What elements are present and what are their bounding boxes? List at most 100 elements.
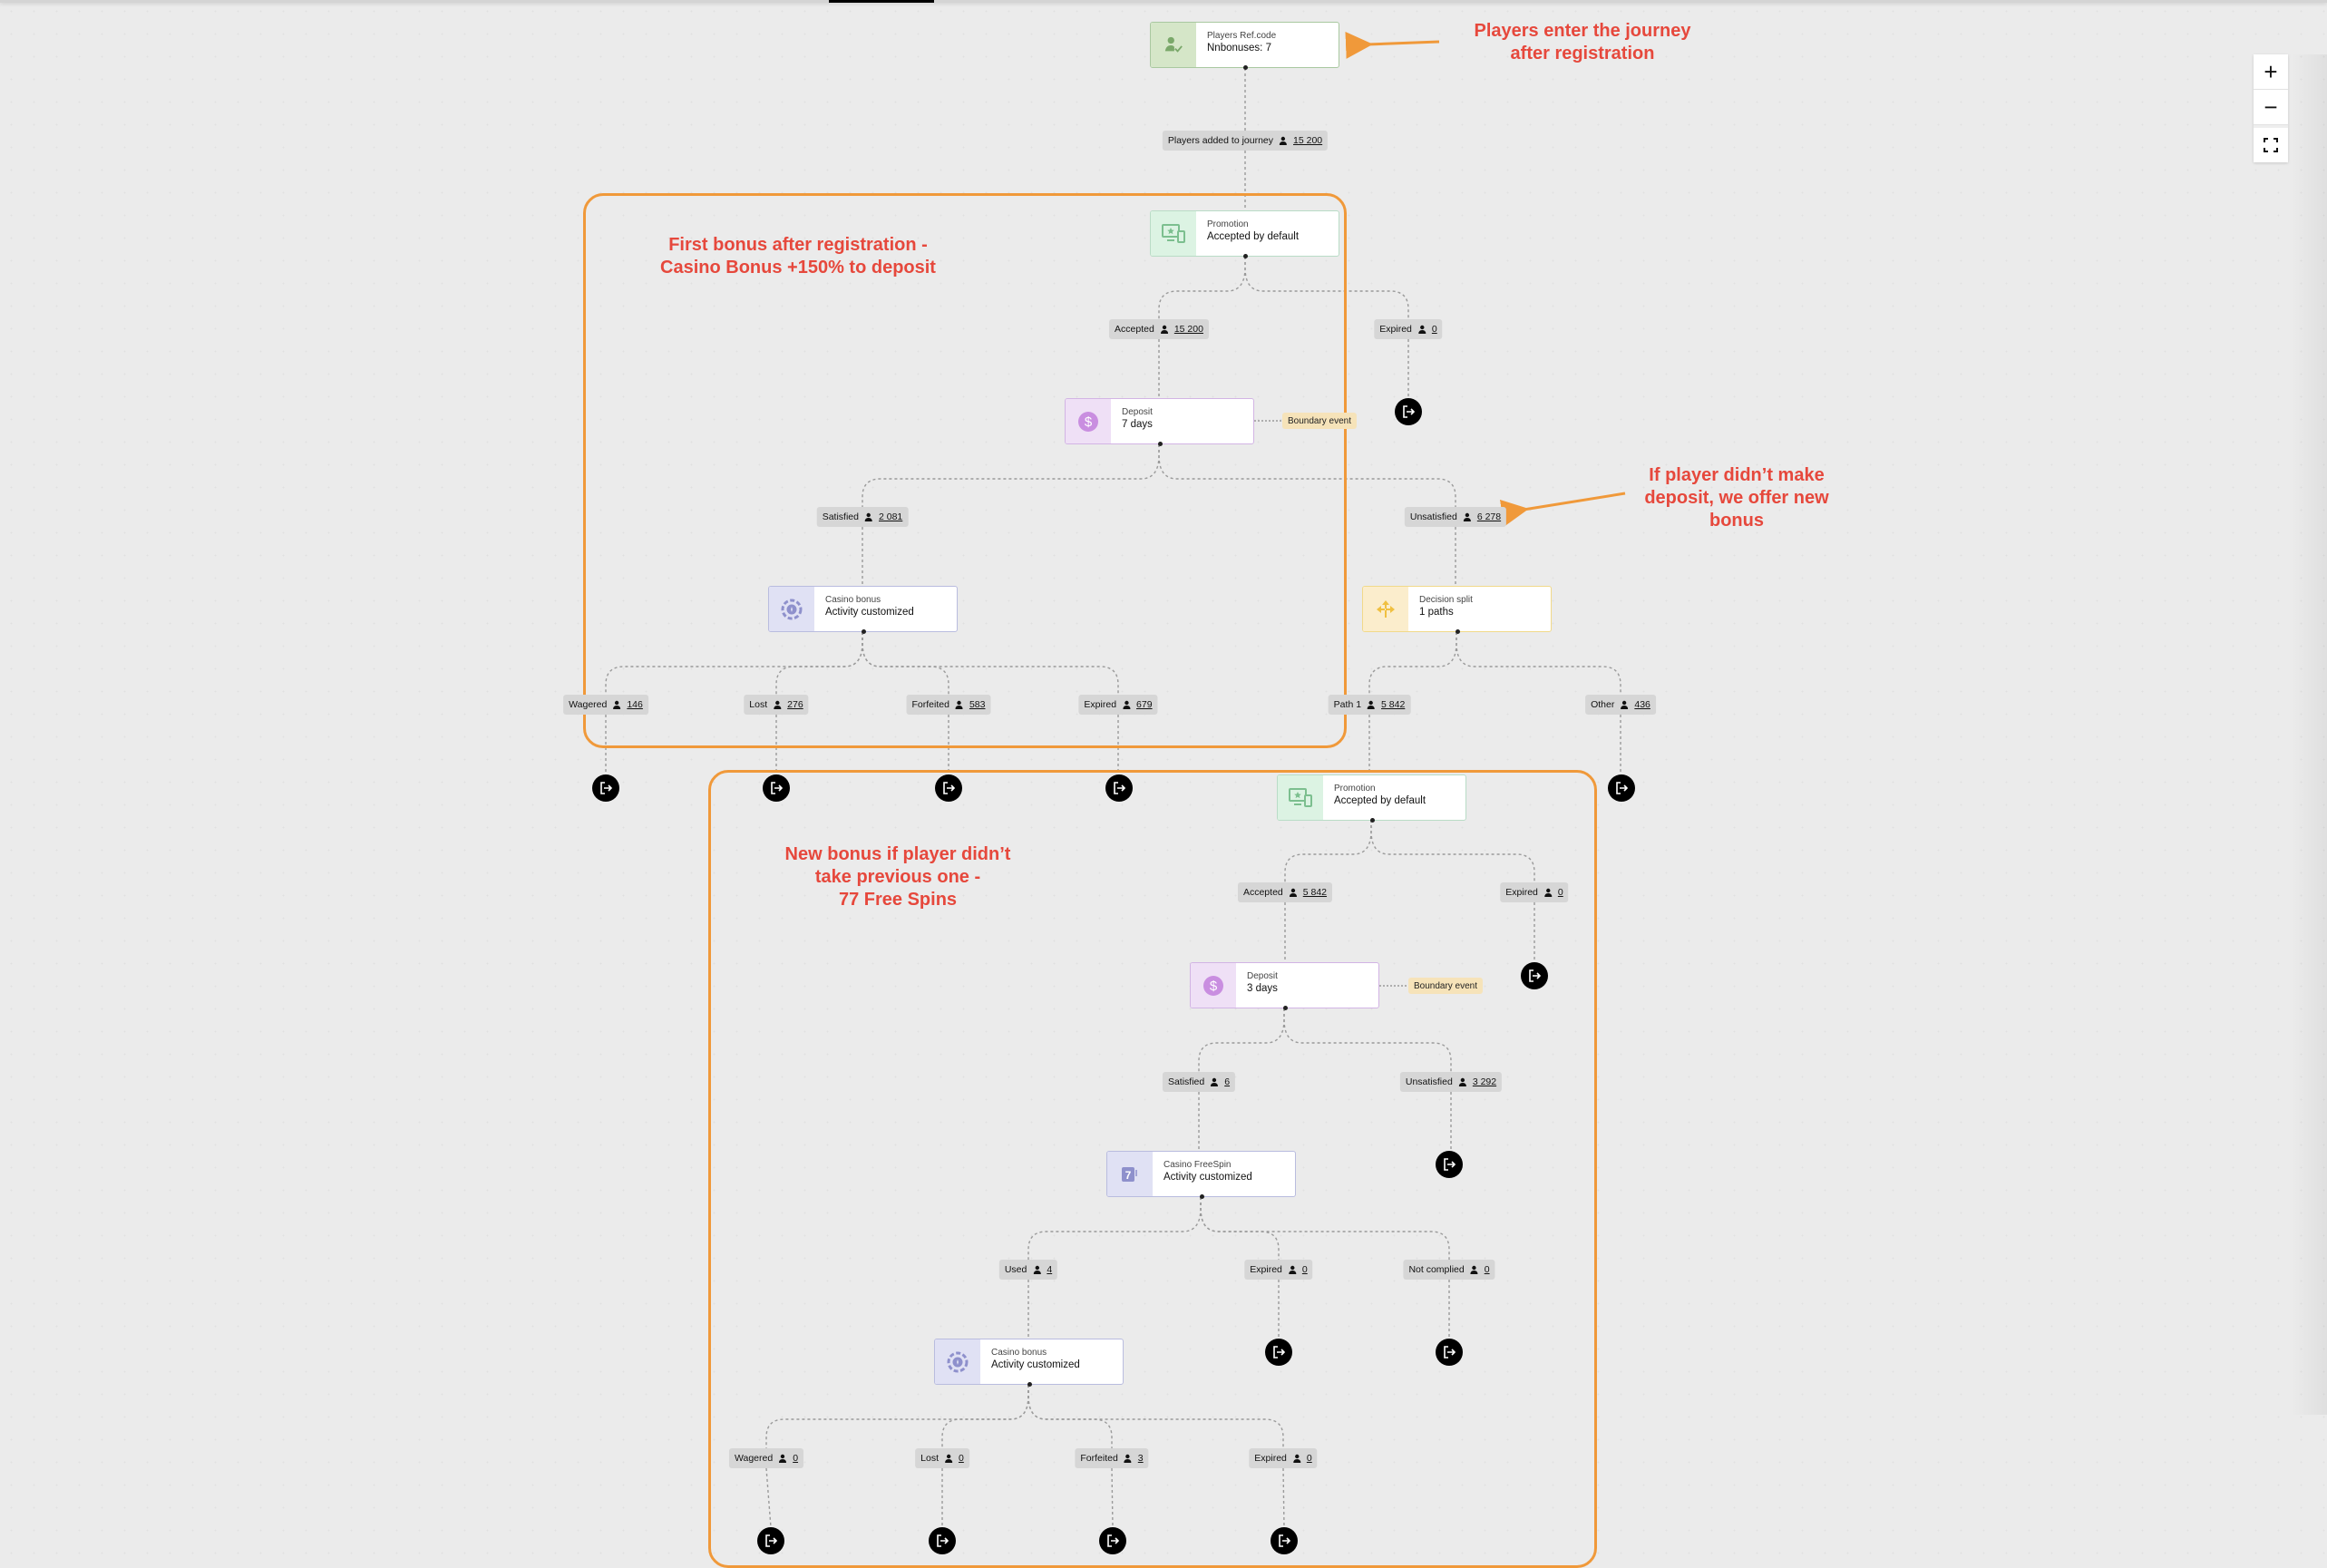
- outcome-name: Wagered: [734, 1453, 774, 1464]
- output-port[interactable]: [1283, 1006, 1288, 1010]
- outcome-label-f-expired[interactable]: Expired 0: [1244, 1260, 1313, 1280]
- casino-bonus-node-1[interactable]: Casino bonus Activity customized: [768, 586, 958, 634]
- player-count-link[interactable]: 0: [1307, 1453, 1312, 1464]
- player-count-link[interactable]: 276: [787, 699, 803, 710]
- player-count-link[interactable]: 6 278: [1477, 511, 1501, 522]
- player-count-link[interactable]: 0: [959, 1453, 964, 1464]
- output-port[interactable]: [1158, 442, 1163, 446]
- outcome-label-c2-expired[interactable]: Expired 0: [1249, 1448, 1318, 1468]
- output-port[interactable]: [1370, 818, 1375, 823]
- player-count-link[interactable]: 0: [1558, 887, 1563, 898]
- promotion-node-1[interactable]: Promotion Accepted by default: [1150, 210, 1339, 258]
- outcome-label-d2-satisfied[interactable]: Satisfied 6: [1162, 1072, 1236, 1092]
- exit-journey-node[interactable]: [1265, 1339, 1292, 1366]
- exit-journey-node[interactable]: [1436, 1151, 1463, 1178]
- node-title: Players Ref.code: [1207, 31, 1277, 41]
- outcome-label-s-other[interactable]: Other 436: [1585, 695, 1656, 715]
- exit-journey-node[interactable]: [1271, 1527, 1298, 1554]
- boundary-event-badge[interactable]: Boundary event: [1281, 413, 1358, 429]
- outcome-name: Expired: [1250, 1264, 1282, 1275]
- entry-node[interactable]: Players Ref.code Nnbonuses: 7: [1150, 22, 1339, 70]
- deposit-node-2[interactable]: $ Deposit 3 days: [1190, 962, 1379, 1010]
- outcome-label-added[interactable]: Players added to journey 15 200: [1162, 131, 1329, 151]
- output-port[interactable]: [1243, 65, 1248, 70]
- exit-journey-node[interactable]: [757, 1527, 784, 1554]
- player-count-link[interactable]: 5 842: [1303, 887, 1327, 898]
- outcome-label-f-used[interactable]: Used 4: [998, 1260, 1058, 1280]
- exit-journey-node[interactable]: [1608, 774, 1635, 802]
- outcome-label-d1-unsatisfied[interactable]: Unsatisfied 6 278: [1404, 507, 1507, 527]
- zoom-out-button[interactable]: −: [2254, 90, 2288, 125]
- exit-journey-node[interactable]: [1099, 1527, 1126, 1554]
- zoom-controls: + −: [2254, 54, 2288, 162]
- freespin-seven-icon: 7: [1107, 1152, 1153, 1196]
- exit-journey-node[interactable]: [1436, 1339, 1463, 1366]
- outcome-name: Satisfied: [1167, 1076, 1205, 1087]
- outcome-label-d2-unsatisfied[interactable]: Unsatisfied 3 292: [1399, 1072, 1503, 1092]
- outcome-label-p1-accepted[interactable]: Accepted 15 200: [1109, 319, 1209, 339]
- casino-bonus-node-2[interactable]: Casino bonus Activity customized: [934, 1339, 1124, 1387]
- player-count-link[interactable]: 6: [1224, 1076, 1230, 1087]
- person-icon: [1211, 1077, 1219, 1086]
- player-count-link[interactable]: 0: [1485, 1264, 1490, 1275]
- player-count-link[interactable]: 4: [1047, 1264, 1052, 1275]
- player-count-link[interactable]: 436: [1634, 699, 1650, 710]
- output-port[interactable]: [1027, 1382, 1032, 1387]
- exit-journey-node[interactable]: [592, 774, 619, 802]
- outcome-name: Accepted: [1242, 887, 1283, 898]
- player-count-link[interactable]: 0: [1302, 1264, 1308, 1275]
- outcome-name: Lost: [920, 1453, 940, 1464]
- outcome-name: Accepted: [1115, 324, 1154, 335]
- exit-journey-node[interactable]: [763, 774, 790, 802]
- exit-journey-node[interactable]: [1521, 962, 1548, 989]
- output-port[interactable]: [862, 629, 866, 634]
- output-port[interactable]: [1456, 629, 1460, 634]
- player-count-link[interactable]: 5 842: [1381, 699, 1405, 710]
- deposit-node-1[interactable]: $ Deposit 7 days: [1065, 398, 1254, 446]
- player-count-link[interactable]: 0: [1432, 324, 1437, 335]
- outcome-label-c2-wagered[interactable]: Wagered 0: [728, 1448, 804, 1468]
- outcome-label-c2-forfeited[interactable]: Forfeited 3: [1075, 1448, 1149, 1468]
- node-subtitle: Accepted by default: [1334, 795, 1426, 806]
- boundary-event-badge[interactable]: Boundary event: [1407, 978, 1484, 994]
- player-count-link[interactable]: 3 292: [1473, 1076, 1496, 1087]
- annotation-entry: Players enter the journey after registra…: [1474, 21, 1691, 63]
- dollar-icon: $: [1066, 399, 1111, 443]
- user-check-icon: [1151, 23, 1196, 67]
- promotion-devices-icon: [1278, 775, 1323, 820]
- outcome-label-c1-expired[interactable]: Expired 679: [1078, 695, 1158, 715]
- output-port[interactable]: [1200, 1194, 1204, 1199]
- player-count-link[interactable]: 2 081: [879, 511, 902, 522]
- outcome-label-p2-accepted[interactable]: Accepted 5 842: [1237, 882, 1333, 902]
- outcome-label-c1-wagered[interactable]: Wagered 146: [563, 695, 648, 715]
- outcome-name: Expired: [1084, 699, 1117, 710]
- player-count-link[interactable]: 15 200: [1174, 324, 1203, 335]
- player-count-link[interactable]: 3: [1138, 1453, 1144, 1464]
- player-count-link[interactable]: 583: [969, 699, 986, 710]
- outcome-label-c2-lost[interactable]: Lost 0: [915, 1448, 969, 1468]
- outcome-label-s-path1[interactable]: Path 1 5 842: [1328, 695, 1411, 715]
- decision-split-node[interactable]: Decision split 1 paths: [1362, 586, 1552, 634]
- outcome-label-c1-lost[interactable]: Lost 276: [744, 695, 809, 715]
- exit-journey-node[interactable]: [935, 774, 962, 802]
- outcome-label-d1-satisfied[interactable]: Satisfied 2 081: [816, 507, 909, 527]
- exit-icon: [1279, 1534, 1291, 1547]
- output-port[interactable]: [1243, 254, 1248, 258]
- outcome-label-p1-expired[interactable]: Expired 0: [1374, 319, 1443, 339]
- player-count-link[interactable]: 679: [1136, 699, 1153, 710]
- exit-journey-node[interactable]: [1395, 398, 1422, 425]
- player-count-link[interactable]: 0: [793, 1453, 798, 1464]
- player-count-link[interactable]: 15 200: [1293, 135, 1322, 146]
- zoom-in-button[interactable]: +: [2254, 54, 2288, 90]
- exit-journey-node[interactable]: [929, 1527, 956, 1554]
- promotion-node-2[interactable]: Promotion Accepted by default: [1277, 774, 1466, 823]
- player-count-link[interactable]: 146: [627, 699, 643, 710]
- exit-journey-node[interactable]: [1105, 774, 1133, 802]
- outcome-label-p2-expired[interactable]: Expired 0: [1500, 882, 1569, 902]
- outcome-label-f-notcomplied[interactable]: Not complied 0: [1403, 1260, 1495, 1280]
- outcome-label-c1-forfeited[interactable]: Forfeited 583: [906, 695, 991, 715]
- casino-freespin-node[interactable]: 7 Casino FreeSpin Activity customized: [1106, 1151, 1296, 1199]
- fit-view-button[interactable]: [2254, 125, 2288, 162]
- node-subtitle: Accepted by default: [1207, 231, 1300, 242]
- person-icon: [1123, 700, 1131, 709]
